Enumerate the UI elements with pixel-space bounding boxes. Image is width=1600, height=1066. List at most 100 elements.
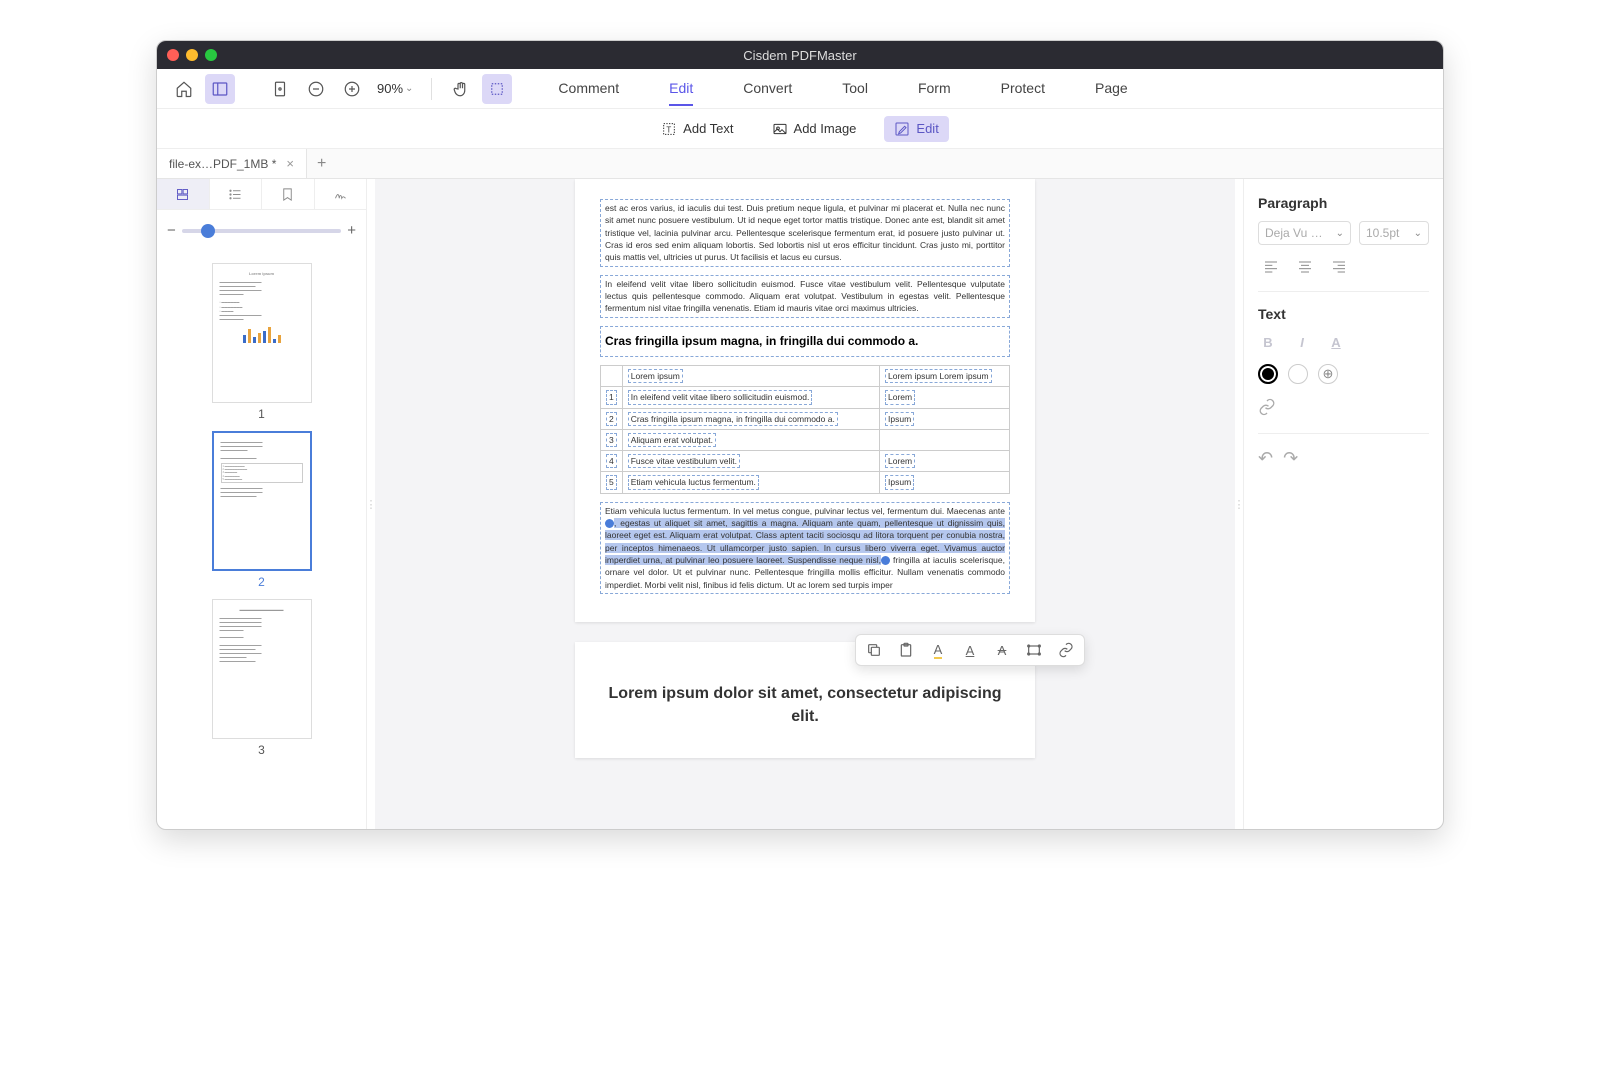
file-tab[interactable]: file-ex…PDF_1MB * × [157, 149, 307, 178]
highlight-button[interactable]: A [928, 640, 948, 660]
tab-edit[interactable]: Edit [669, 72, 693, 106]
maximize-window-button[interactable] [205, 49, 217, 61]
signature-tab[interactable] [315, 179, 367, 209]
sidebar-toggle-button[interactable] [205, 74, 235, 104]
table-row[interactable]: 2Cras fringilla ipsum magna, in fringill… [601, 408, 1010, 429]
page-thumbnail-2[interactable]: ▬▬▬▬▬▬▬▬▬▬▬▬▬▬▬▬▬▬▬▬▬▬▬▬▬▬▬▬▬▬▬▬▬▬▬▬▬ ▬▬… [212, 431, 312, 571]
zoom-dropdown[interactable]: 90% ⌄ [373, 81, 417, 96]
paragraph-section-title: Paragraph [1258, 195, 1429, 211]
right-panel-resize-handle[interactable]: ⋮ [1235, 179, 1243, 829]
copy-button[interactable] [864, 640, 884, 660]
close-window-button[interactable] [167, 49, 179, 61]
font-family-select[interactable]: Deja Vu …⌄ [1258, 221, 1351, 245]
add-text-button[interactable]: T Add Text [651, 116, 743, 142]
text-style-buttons: B I A [1258, 332, 1429, 352]
text-block[interactable]: In eleifend velit vitae libero sollicitu… [600, 275, 1010, 318]
slider-knob[interactable] [201, 224, 215, 238]
edit-mode-button[interactable]: Edit [884, 116, 948, 142]
document-canvas[interactable]: est ac eros varius, id iaculis dui test.… [375, 179, 1235, 829]
divider [1258, 291, 1429, 292]
thumb-larger-button[interactable]: + [347, 222, 356, 239]
text-context-toolbar: A A A [855, 634, 1085, 666]
redo-button[interactable]: ↷ [1283, 448, 1298, 469]
tab-page[interactable]: Page [1095, 72, 1128, 106]
menu-tabs: Comment Edit Convert Tool Form Protect P… [558, 72, 1127, 106]
text-block-selection[interactable]: Etiam vehicula luctus fermentum. In vel … [600, 502, 1010, 594]
zoom-in-button[interactable] [337, 74, 367, 104]
thumb-size-slider-row: − + [157, 210, 366, 251]
font-color-button[interactable]: A [1326, 332, 1346, 352]
undo-button[interactable]: ↶ [1258, 448, 1273, 469]
chevron-down-icon: ⌄ [405, 83, 413, 94]
home-button[interactable] [169, 74, 199, 104]
color-white-swatch[interactable] [1288, 364, 1308, 384]
main-area: − + Lorem ipsum ▬▬▬▬▬▬▬▬▬▬▬▬▬▬▬▬▬▬▬▬▬▬▬▬… [157, 179, 1443, 829]
text-block[interactable]: est ac eros varius, id iaculis dui test.… [600, 199, 1010, 267]
add-image-button[interactable]: Add Image [762, 116, 867, 142]
heading-block[interactable]: Cras fringilla ipsum magna, in fringilla… [600, 326, 1010, 357]
table-row[interactable]: 1In eleifend velit vitae libero sollicit… [601, 387, 1010, 408]
pdf-page-2[interactable]: est ac eros varius, id iaculis dui test.… [575, 179, 1035, 622]
svg-text:T: T [667, 125, 672, 134]
align-left-button[interactable] [1258, 255, 1284, 277]
page-thumbnail-3[interactable]: ▬▬▬▬▬▬▬▬▬▬▬ ▬▬▬▬▬▬▬▬▬▬▬▬▬▬▬▬▬▬▬▬▬▬▬▬▬▬▬▬… [212, 599, 312, 739]
sidebar-mode-tabs [157, 179, 366, 210]
sidebar-resize-handle[interactable]: ⋮ [367, 179, 375, 829]
table-header-cell[interactable]: Lorem ipsum Lorem ipsum [885, 369, 992, 383]
strikethrough-button[interactable]: A [992, 640, 1012, 660]
page-view-button[interactable] [265, 74, 295, 104]
color-swatches: ⊕ [1258, 364, 1429, 384]
zoom-out-button[interactable] [301, 74, 331, 104]
thumb-label-1: 1 [157, 407, 366, 421]
undo-redo-row: ↶ ↷ [1258, 448, 1429, 469]
color-black-swatch[interactable] [1258, 364, 1278, 384]
close-tab-button[interactable]: × [286, 156, 294, 171]
selection-start-handle[interactable] [605, 519, 614, 528]
table-header-cell[interactable]: Lorem ipsum [628, 369, 683, 383]
tab-protect[interactable]: Protect [1001, 72, 1045, 106]
thumb-size-slider[interactable] [182, 229, 341, 233]
textbox-button[interactable] [1024, 640, 1044, 660]
table-row[interactable]: 3Aliquam erat volutpat. [601, 429, 1010, 450]
properties-panel: Paragraph Deja Vu …⌄ 10.5pt⌄ Text B I A [1243, 179, 1443, 829]
tab-form[interactable]: Form [918, 72, 951, 106]
app-window: Cisdem PDFMaster 90% ⌄ Comme [156, 40, 1444, 830]
hand-tool-button[interactable] [446, 74, 476, 104]
tab-comment[interactable]: Comment [558, 72, 619, 106]
add-color-button[interactable]: ⊕ [1318, 364, 1338, 384]
italic-button[interactable]: I [1292, 332, 1312, 352]
link-button[interactable] [1056, 640, 1076, 660]
page-thumbnail-1[interactable]: Lorem ipsum ▬▬▬▬▬▬▬▬▬▬▬▬▬▬▬▬▬▬▬▬▬▬▬▬▬▬▬▬… [212, 263, 312, 403]
table-row[interactable]: 4Fusce vitae vestibulum velit.Lorem [601, 451, 1010, 472]
thumbnails-tab[interactable] [157, 179, 210, 209]
edit-subtoolbar: T Add Text Add Image Edit [157, 109, 1443, 149]
underline-button[interactable]: A [960, 640, 980, 660]
outline-tab[interactable] [210, 179, 263, 209]
tab-tool[interactable]: Tool [842, 72, 868, 106]
table-row[interactable]: 5Etiam vehicula luctus fermentum.Ipsum [601, 472, 1010, 493]
titlebar: Cisdem PDFMaster [157, 41, 1443, 69]
bookmarks-tab[interactable] [262, 179, 315, 209]
thumbnail-list: Lorem ipsum ▬▬▬▬▬▬▬▬▬▬▬▬▬▬▬▬▬▬▬▬▬▬▬▬▬▬▬▬… [157, 251, 366, 829]
font-size-select[interactable]: 10.5pt⌄ [1359, 221, 1429, 245]
thumb-smaller-button[interactable]: − [167, 222, 176, 239]
thumb-label-3: 3 [157, 743, 366, 757]
tab-convert[interactable]: Convert [743, 72, 792, 106]
add-text-label: Add Text [683, 121, 733, 136]
selection-end-handle[interactable] [881, 556, 890, 565]
align-center-button[interactable] [1292, 255, 1318, 277]
window-controls [167, 49, 217, 61]
align-right-button[interactable] [1326, 255, 1352, 277]
select-tool-button[interactable] [482, 74, 512, 104]
paste-button[interactable] [896, 640, 916, 660]
bold-button[interactable]: B [1258, 332, 1278, 352]
add-tab-button[interactable]: + [307, 155, 336, 173]
separator [431, 78, 432, 100]
insert-link-button[interactable] [1258, 398, 1429, 419]
text-section-title: Text [1258, 306, 1429, 322]
edit-mode-label: Edit [916, 121, 938, 136]
file-tab-label: file-ex…PDF_1MB * [169, 157, 276, 171]
document-table[interactable]: Lorem ipsum Lorem ipsum Lorem ipsum 1In … [600, 365, 1010, 494]
add-image-label: Add Image [794, 121, 857, 136]
minimize-window-button[interactable] [186, 49, 198, 61]
